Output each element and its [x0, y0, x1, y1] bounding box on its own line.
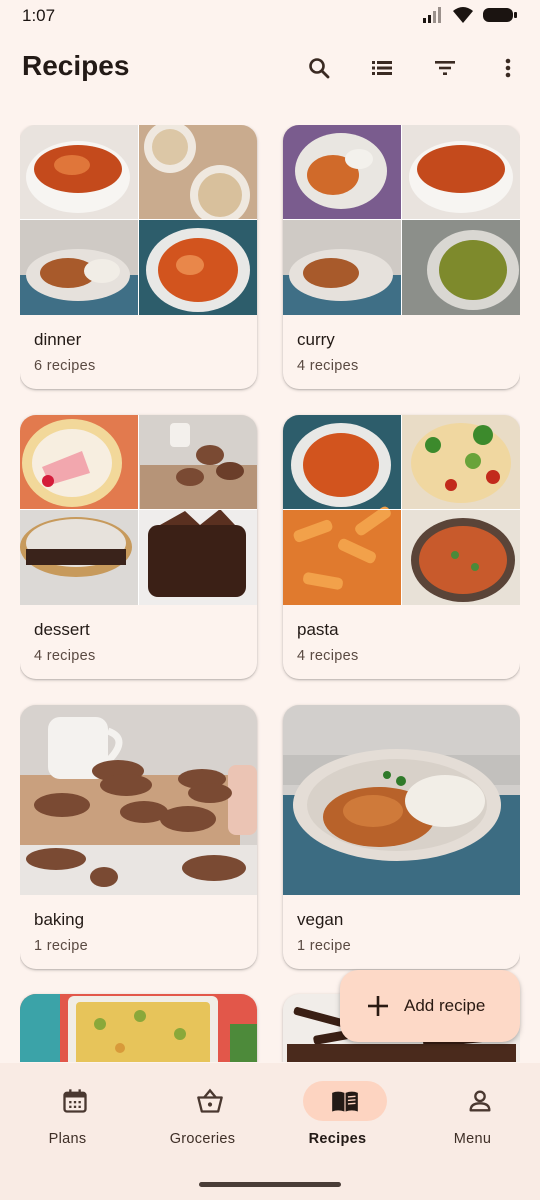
list-icon	[372, 61, 392, 75]
collection-card[interactable]	[20, 994, 257, 1062]
more-options-button[interactable]	[492, 52, 524, 84]
collection-image	[20, 994, 257, 1062]
collection-image	[283, 705, 520, 895]
more-vert-icon	[505, 58, 511, 78]
collection-title: baking	[34, 910, 85, 929]
book-icon	[332, 1091, 358, 1112]
collections-grid: dinner 6 recipes curry 4 recipes dessert…	[20, 125, 520, 1062]
nav-label: Plans	[48, 1131, 87, 1147]
collection-count: 4 recipes	[297, 648, 359, 664]
collection-image-collage	[283, 415, 520, 605]
status-bar: 1:07	[0, 0, 540, 32]
collection-count: 4 recipes	[297, 358, 359, 374]
collection-card-baking[interactable]: baking 1 recipe	[20, 705, 257, 969]
collection-count: 1 recipe	[34, 938, 88, 954]
nav-label: Groceries	[169, 1131, 236, 1147]
nav-indicator-active	[303, 1081, 387, 1121]
collection-image	[20, 705, 257, 895]
collection-card-vegan[interactable]: vegan 1 recipe	[283, 705, 520, 969]
nav-indicator	[33, 1081, 117, 1121]
collection-card-pasta[interactable]: pasta 4 recipes	[283, 415, 520, 679]
page-title: Recipes	[22, 50, 130, 81]
collection-count: 1 recipe	[297, 938, 351, 954]
collection-count: 6 recipes	[34, 358, 96, 374]
collection-title: vegan	[297, 910, 344, 929]
search-icon	[309, 58, 330, 79]
nav-indicator	[438, 1081, 522, 1121]
list-view-button[interactable]	[366, 52, 398, 84]
battery-icon	[483, 8, 517, 22]
calendar-icon	[63, 1089, 87, 1113]
collection-title: curry	[297, 330, 335, 349]
nav-label: Menu	[453, 1131, 492, 1147]
collection-image-collage	[283, 125, 520, 315]
top-app-bar: Recipes	[0, 40, 540, 96]
nav-item-plans[interactable]: Plans	[0, 1081, 135, 1151]
status-icons	[422, 6, 518, 24]
collection-title: pasta	[297, 620, 339, 639]
collection-title: dinner	[34, 330, 82, 349]
nav-item-menu[interactable]: Menu	[405, 1081, 540, 1151]
collection-card-dinner[interactable]: dinner 6 recipes	[20, 125, 257, 389]
nav-label: Recipes	[308, 1131, 367, 1147]
signal-icon	[423, 7, 441, 23]
collection-image-collage	[20, 125, 257, 315]
filter-button[interactable]	[429, 52, 461, 84]
plus-icon	[368, 996, 388, 1016]
wifi-icon	[453, 7, 473, 23]
collection-count: 4 recipes	[34, 648, 96, 664]
nav-indicator	[168, 1081, 252, 1121]
nav-item-recipes[interactable]: Recipes	[270, 1081, 405, 1151]
person-icon	[469, 1090, 491, 1112]
filter-icon	[435, 61, 455, 75]
collection-image-collage	[20, 415, 257, 605]
search-button[interactable]	[303, 52, 335, 84]
collection-title: dessert	[34, 620, 90, 639]
bottom-navigation: Plans Groceries Recipes Menu	[0, 1063, 540, 1200]
home-indicator[interactable]	[199, 1182, 341, 1187]
add-recipe-label: Add recipe	[404, 996, 486, 1015]
add-recipe-button[interactable]: Add recipe	[340, 970, 520, 1042]
status-time: 1:07	[22, 6, 56, 25]
basket-icon	[197, 1088, 223, 1113]
collection-card-curry[interactable]: curry 4 recipes	[283, 125, 520, 389]
collection-card-dessert[interactable]: dessert 4 recipes	[20, 415, 257, 679]
nav-item-groceries[interactable]: Groceries	[135, 1081, 270, 1151]
